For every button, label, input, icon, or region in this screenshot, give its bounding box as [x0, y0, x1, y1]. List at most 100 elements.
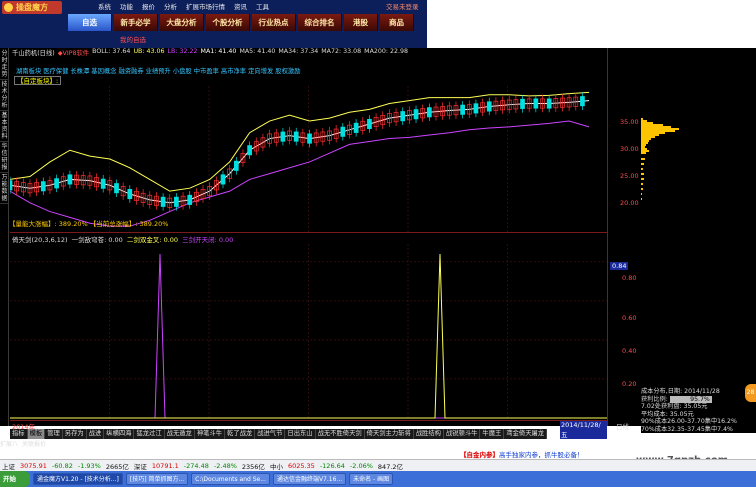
- indicator-tab[interactable]: 战锐顿斗牛: [443, 429, 481, 439]
- tab-related-quote[interactable]: 关联报价: [22, 439, 46, 448]
- candle-body: [100, 178, 106, 189]
- tab-ranking[interactable]: 综合排名: [298, 14, 342, 31]
- candle-body: [580, 96, 585, 107]
- menu-tools[interactable]: 工具: [256, 1, 269, 11]
- app-logo: 操盘魔方: [2, 1, 62, 14]
- menu-extended[interactable]: 扩展市场行情: [186, 1, 225, 11]
- indicator-chart[interactable]: [10, 244, 607, 420]
- menu-news[interactable]: 资讯: [234, 1, 247, 11]
- menu-function[interactable]: 功能: [120, 1, 133, 11]
- indicator-tab[interactable]: 鸢金倚天屠龙: [504, 429, 548, 439]
- indicator-tab[interactable]: 模板: [27, 429, 46, 439]
- price-tick: 20.00: [620, 199, 639, 207]
- ma72-value: MA72: 33.08: [321, 48, 362, 55]
- vip-label: ◆VIP8软件: [57, 50, 90, 57]
- indicator-tab[interactable]: 牛魔王: [480, 429, 505, 439]
- sidebar-item-basic[interactable]: 基本资料: [0, 112, 9, 142]
- date-axis: 2014年 2014/11/28/五: [10, 420, 607, 439]
- cost-bar: [641, 118, 643, 120]
- custom-sector-label: 【自定板块】:: [14, 76, 62, 85]
- indicator-tab[interactable]: 战进: [86, 429, 105, 439]
- cost-bar: [641, 188, 643, 190]
- gain-summary: 【量能大涨幅】: 389.20% 【当前总涨幅】: 389.20%: [9, 220, 169, 228]
- start-button[interactable]: 开始: [0, 471, 30, 487]
- price-chart[interactable]: [10, 86, 607, 232]
- promo-title: 【自金内参】: [460, 451, 499, 459]
- ticker-item: 3075.91: [20, 461, 47, 470]
- sidebar-item-data[interactable]: 万能数据: [0, 174, 9, 204]
- candle-body: [233, 160, 239, 171]
- taskbar-item[interactable]: 通金魔方V1.20 - [技术分析...]: [33, 473, 123, 485]
- price-tick: 25.00: [620, 172, 639, 180]
- account-status[interactable]: 交易未登录: [386, 1, 419, 11]
- candle-body: [127, 189, 133, 200]
- tab-extend[interactable]: 扩展八: [0, 439, 18, 448]
- indicator-tab[interactable]: 神笔斗牛: [194, 429, 226, 439]
- cost-bar: [641, 136, 655, 138]
- sidebar-item-technical[interactable]: 技术分析: [0, 81, 9, 111]
- ticker-item: -2.06%: [349, 461, 373, 470]
- candle-body: [280, 131, 286, 142]
- ma5-value: MA5: 41.40: [239, 48, 276, 55]
- cost-bar: [641, 122, 653, 124]
- concept-tags[interactable]: 湖南板块 医疗保健 长株潭 基因概念 融资融券 业绩预升 小盘股 中市盈率 高市…: [16, 66, 301, 75]
- stock-title: 千山药机(日线): [12, 50, 55, 57]
- tab-commodity[interactable]: 商品: [380, 14, 414, 31]
- sidebar-item-minute[interactable]: 分时走势: [0, 50, 9, 80]
- indicator-tab[interactable]: 战进气节: [255, 429, 286, 439]
- taskbar-item[interactable]: [技巧] 简单抓图方...: [125, 473, 189, 485]
- indicator-tab[interactable]: 日出东山: [285, 429, 316, 439]
- candle-body: [546, 98, 552, 109]
- indicator-tab[interactable]: 倚天剑主力斩将: [364, 429, 414, 439]
- candle-body: [353, 122, 359, 133]
- stats-title: 成本分布,日期: 2014/11/28: [641, 388, 720, 395]
- promo-banner[interactable]: 【自金内参】高手独家内参，抓牛股必备！: [460, 449, 584, 459]
- cost-bar: [641, 198, 642, 200]
- indicator-tab[interactable]: 战胜结构: [413, 429, 444, 439]
- left-sidebar: 分时走势 技术分析 基本资料 华信研报 万能数据: [0, 48, 9, 426]
- price-tick: 35.00: [620, 118, 639, 126]
- indicator-tab[interactable]: 战无不胜倚天剑: [315, 429, 365, 439]
- tab-watchlist[interactable]: 自选: [68, 14, 112, 31]
- indicator-value-3: 三剑开天闭: 0.00: [182, 236, 234, 244]
- cost-distribution-chart: [641, 118, 679, 200]
- indicator-tab[interactable]: 另存为: [62, 429, 87, 439]
- cost-bar: [641, 138, 651, 140]
- indicator-tab[interactable]: 指标: [10, 429, 28, 439]
- indicator-tab[interactable]: 管理: [45, 429, 63, 439]
- stats-line-4: 70%成本32.35-37.45集中7.4%: [641, 425, 733, 433]
- cost-bar: [641, 148, 647, 150]
- ticker-item: 10791.1: [151, 461, 179, 470]
- indicator-tab[interactable]: 猛龙过江: [134, 429, 165, 439]
- price-info-line: 千山药机(日线) ◆VIP8软件 BOLL: 37.64 UB: 43.06 L…: [12, 48, 408, 57]
- period-label[interactable]: 日线: [616, 421, 629, 431]
- indicator-tab[interactable]: 乾了战龙: [225, 429, 256, 439]
- taskbar-item[interactable]: C:\Documents and Se...: [191, 473, 270, 485]
- subtab-my-watchlist[interactable]: 我的自选: [120, 34, 146, 44]
- tab-stock[interactable]: 个股分析: [206, 14, 250, 31]
- taskbar-item[interactable]: 通达信金融终端V7.16...: [272, 473, 347, 485]
- tab-beginner[interactable]: 新手必学: [114, 14, 158, 31]
- menu-analysis[interactable]: 分析: [164, 1, 177, 11]
- menu-system[interactable]: 系统: [98, 1, 111, 11]
- taskbar-item[interactable]: 未命名 - 画图: [349, 473, 394, 485]
- windows-taskbar: 开始 通金魔方V1.20 - [技术分析...] [技巧] 简单抓图方... C…: [0, 471, 756, 487]
- ma200-value: MA200: 22.98: [364, 48, 409, 55]
- ticker-item: -274.48: [183, 461, 209, 470]
- tab-market[interactable]: 大盘分析: [160, 14, 204, 31]
- cost-bar: [641, 120, 647, 122]
- menu-quote[interactable]: 报价: [142, 1, 155, 11]
- stats-line-3: 90%成本26.00-37.70集中16.2%: [641, 418, 737, 425]
- floating-badge-icon[interactable]: 28: [745, 384, 756, 402]
- stats-profit-row: 获利比例: 95.7%: [641, 395, 756, 403]
- tab-hk[interactable]: 港股: [344, 14, 378, 31]
- candle-body: [400, 111, 406, 122]
- indicator-tab[interactable]: 纵横四海: [104, 429, 135, 439]
- sidebar-item-research[interactable]: 华信研报: [0, 143, 9, 173]
- cost-stats: 成本分布,日期: 2014/11/28 获利比例: 95.7% 7.02处获利盘…: [641, 388, 756, 433]
- stats-line-2: 平均成本: 35.05元: [641, 410, 694, 418]
- indicator-tab[interactable]: 战无遁龙: [164, 429, 195, 439]
- tab-industry[interactable]: 行业热点: [252, 14, 296, 31]
- candle-body: [40, 181, 46, 192]
- ma1-value: MA1: 41.40: [200, 48, 237, 55]
